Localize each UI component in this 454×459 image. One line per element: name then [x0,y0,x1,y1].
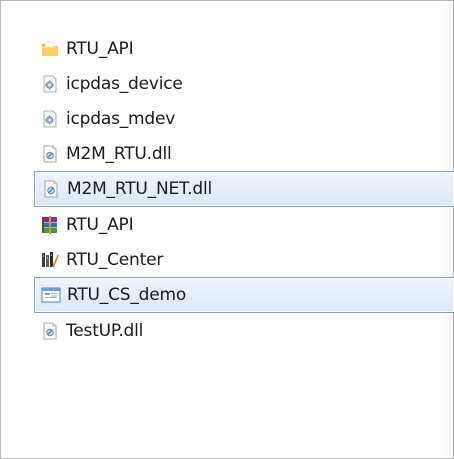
file-name: RTU_API [66,38,134,59]
dll-file-icon [41,179,61,199]
dll-file-icon [40,144,60,164]
file-item-icpdas-mdev[interactable]: icpdas_mdev [34,101,449,136]
settings-file-icon [40,109,60,129]
file-name: icpdas_mdev [66,108,176,129]
file-name: RTU_Center [66,249,164,270]
application-window-icon [41,285,61,305]
file-name: icpdas_device [66,73,183,94]
file-item-rtu-cs-demo[interactable]: RTU_CS_demo [34,277,454,313]
file-list: RTU_API icpdas_device icpdas_mdev M2M_RT… [34,31,454,348]
file-item-testup-dll[interactable]: TestUP.dll [34,313,449,348]
dll-file-icon [40,321,60,341]
file-item-rtu-center[interactable]: RTU_Center [34,242,449,277]
file-item-rtu-api-archive[interactable]: RTU_API [34,207,449,242]
folder-icon [40,39,60,59]
file-item-rtu-api-folder[interactable]: RTU_API [34,31,449,66]
file-name: M2M_RTU.dll [66,143,172,164]
explorer-file-pane: RTU_API icpdas_device icpdas_mdev M2M_RT… [0,0,454,459]
file-item-icpdas-device[interactable]: icpdas_device [34,66,449,101]
file-name: TestUP.dll [66,320,144,341]
rtu-center-app-icon [40,250,60,270]
file-name: RTU_CS_demo [67,285,187,305]
settings-file-icon [40,74,60,94]
winrar-archive-icon [40,215,60,235]
file-name: RTU_API [66,214,134,235]
file-item-m2m-rtu-net-dll[interactable]: M2M_RTU_NET.dll [34,171,454,207]
file-item-m2m-rtu-dll[interactable]: M2M_RTU.dll [34,136,449,171]
file-name: M2M_RTU_NET.dll [67,179,213,199]
